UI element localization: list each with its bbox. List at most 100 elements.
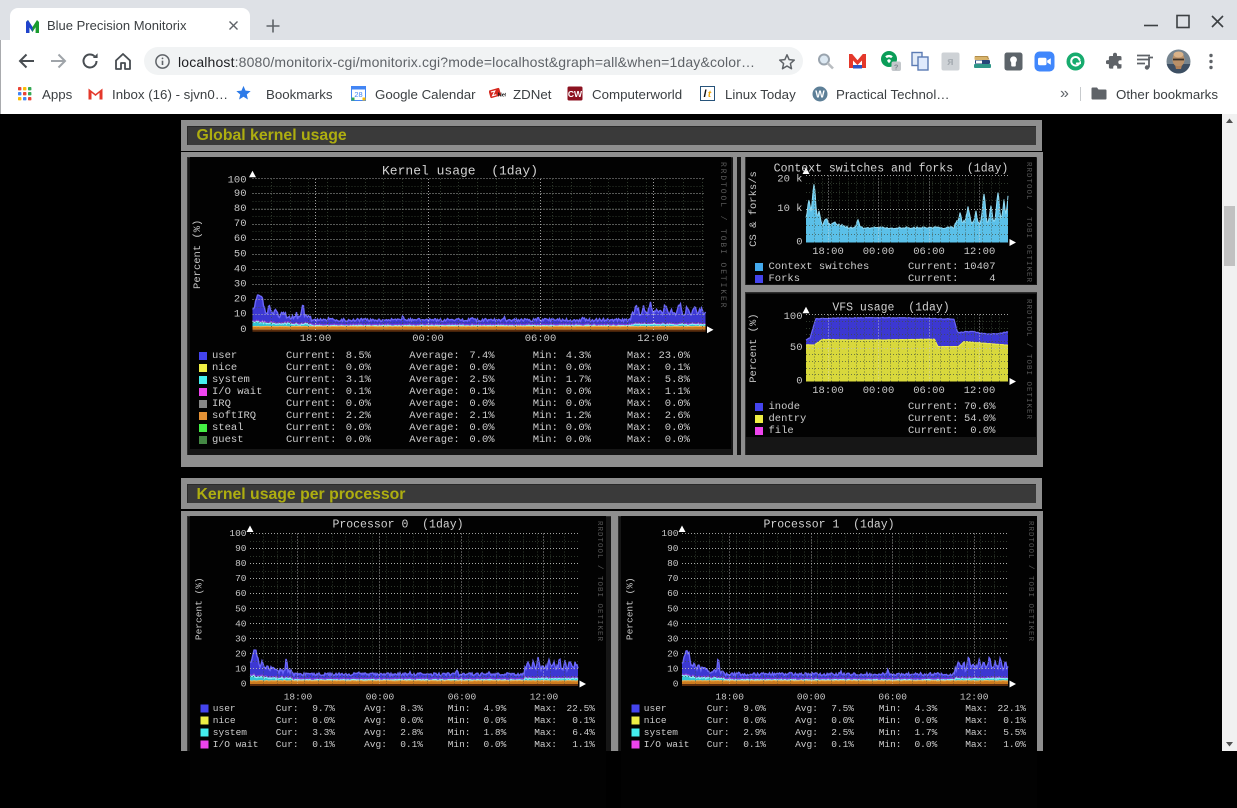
svg-text:5.8%: 5.8% [665,374,691,386]
svg-text:60: 60 [235,588,247,599]
svg-text:1.7%: 1.7% [914,727,937,738]
svg-text:system: system [644,727,679,738]
svg-text:40: 40 [667,618,679,629]
svg-text:Max:: Max: [965,715,988,726]
svg-text:Max:: Max: [534,727,557,738]
svg-text:8.5%: 8.5% [346,350,372,362]
svg-text:0.1%: 0.1% [743,739,766,750]
svg-text:12:00: 12:00 [964,385,996,397]
svg-text:Max:: Max: [627,434,652,446]
svg-text:0.1%: 0.1% [831,739,854,750]
svg-text:0.0%: 0.0% [346,422,372,434]
svg-text:1.1%: 1.1% [572,739,595,750]
svg-text:10: 10 [235,663,247,674]
svg-text:70: 70 [235,573,247,584]
svg-text:18:00: 18:00 [812,246,844,258]
svg-text:Processor 1 (1day): Processor 1 (1day) [763,518,894,531]
svg-text:Forks: Forks [769,273,801,284]
svg-text:Current:: Current: [286,422,336,434]
svg-text:я: я [947,56,953,68]
svg-text:Cur:: Cur: [276,727,299,738]
svg-text:12:00: 12:00 [637,333,669,345]
svg-text:Context switches and forks (1: Context switches and forks (1day) [774,163,1009,176]
svg-text:2.1%: 2.1% [469,410,495,422]
svg-text:22.5%: 22.5% [566,703,595,714]
svg-text:Current:: Current: [908,261,958,273]
svg-text:Avg:: Avg: [364,739,387,750]
svg-text:Cur:: Cur: [276,739,299,750]
svg-text:Cur:: Cur: [707,703,730,714]
svg-text:Avg:: Avg: [364,703,387,714]
svg-text:4: 4 [989,273,995,284]
svg-text:Min:: Min: [448,715,471,726]
svg-text:2.5%: 2.5% [469,374,495,386]
svg-text:9.0%: 9.0% [743,703,766,714]
svg-text:Current:: Current: [908,273,958,284]
svg-text:file: file [769,425,794,437]
svg-text:40: 40 [235,618,247,629]
svg-text:nice: nice [212,362,237,374]
svg-text:Max:: Max: [627,362,652,374]
svg-text:0.1%: 0.1% [665,362,691,374]
svg-text:20: 20 [667,648,679,659]
svg-text:Max:: Max: [627,410,652,422]
svg-text:06:00: 06:00 [913,246,945,258]
svg-text:Min:: Min: [533,362,558,374]
svg-text:22.1%: 22.1% [997,703,1026,714]
svg-text:12:00: 12:00 [960,691,989,702]
svg-text:0.0%: 0.0% [469,398,495,410]
svg-text:Percent (%): Percent (%) [192,220,204,289]
svg-text:0.0%: 0.0% [566,422,592,434]
svg-text:steal: steal [212,422,244,434]
svg-text:Min:: Min: [879,715,902,726]
svg-text:Min:: Min: [533,350,558,362]
svg-text:20: 20 [234,294,247,306]
svg-text:30: 30 [234,279,247,291]
svg-text:CW: CW [568,89,583,99]
svg-text:2.8%: 2.8% [400,727,423,738]
svg-text:0.0%: 0.0% [483,739,506,750]
svg-text:Percent (%): Percent (%) [625,577,636,640]
svg-text:Min:: Min: [448,703,471,714]
svg-text:Average:: Average: [409,410,459,422]
svg-text:Cur:: Cur: [707,715,730,726]
svg-text:0.1%: 0.1% [312,739,335,750]
svg-text:100: 100 [784,311,803,323]
svg-text:1.0%: 1.0% [1003,739,1026,750]
svg-text:Cur:: Cur: [707,739,730,750]
svg-text:6.4%: 6.4% [572,727,595,738]
svg-text:user: user [644,703,667,714]
svg-text:00:00: 00:00 [797,691,826,702]
svg-text:system: system [213,727,248,738]
svg-text:Cur:: Cur: [707,727,730,738]
svg-text:Context switches: Context switches [769,261,870,273]
svg-text:RRDTOOL / TOBI OETIKER: RRDTOOL / TOBI OETIKER [595,521,603,642]
svg-text:Average:: Average: [409,362,459,374]
svg-text:06:00: 06:00 [878,691,907,702]
svg-text:7.5%: 7.5% [831,703,854,714]
svg-text:0.0%: 0.0% [665,398,691,410]
svg-text:18:00: 18:00 [715,691,744,702]
svg-text:Min:: Min: [533,410,558,422]
svg-text:Max:: Max: [627,374,652,386]
svg-text:30: 30 [235,633,247,644]
svg-text:18:00: 18:00 [812,385,844,397]
svg-text:Min:: Min: [448,727,471,738]
svg-text:0.0%: 0.0% [743,715,766,726]
svg-text:2.2%: 2.2% [346,410,372,422]
svg-text:70.6%: 70.6% [964,401,996,413]
svg-text:Max:: Max: [534,703,557,714]
svg-text:Percent (%): Percent (%) [748,313,760,382]
svg-text:06:00: 06:00 [913,385,945,397]
svg-text:Min:: Min: [533,434,558,446]
svg-text:Average:: Average: [409,422,459,434]
svg-text:0: 0 [673,678,679,689]
svg-text:23.0%: 23.0% [658,350,690,362]
svg-text:0: 0 [240,324,246,336]
svg-text:06:00: 06:00 [525,333,557,345]
svg-text:Max:: Max: [534,715,557,726]
svg-text:0.0%: 0.0% [346,398,372,410]
svg-text:18:00: 18:00 [300,333,332,345]
svg-text:Current:: Current: [908,425,958,437]
svg-text:Min:: Min: [533,398,558,410]
